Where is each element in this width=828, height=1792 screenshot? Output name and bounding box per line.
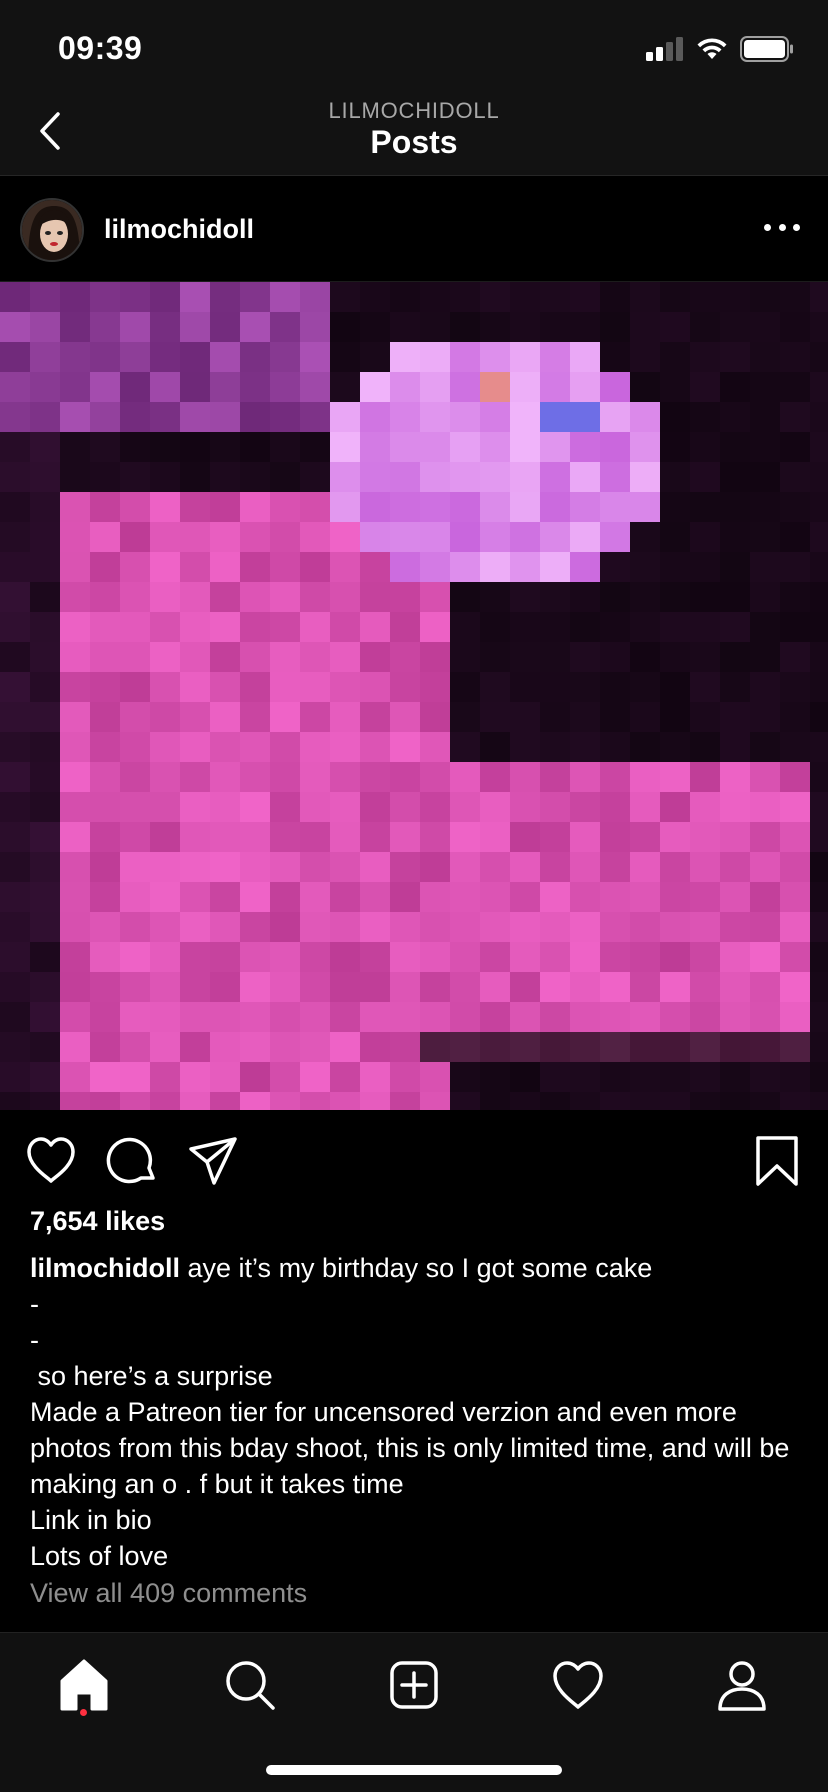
save-button[interactable] xyxy=(750,1134,804,1188)
comment-bubble-icon xyxy=(106,1137,155,1184)
avatar[interactable] xyxy=(20,198,84,262)
post-caption: lilmochidoll aye it’s my birthday so I g… xyxy=(30,1250,800,1574)
caption-text: aye it’s my birthday so I got some cake xyxy=(180,1253,653,1283)
tab-search[interactable] xyxy=(220,1655,280,1715)
share-button[interactable] xyxy=(186,1134,240,1188)
heart-icon xyxy=(27,1137,75,1183)
paper-plane-icon xyxy=(189,1137,237,1185)
status-icons xyxy=(646,36,794,62)
tab-profile[interactable] xyxy=(712,1655,772,1715)
bookmark-icon xyxy=(756,1136,798,1186)
home-icon xyxy=(60,1659,108,1711)
comment-button[interactable] xyxy=(106,1134,160,1188)
tab-home[interactable] xyxy=(54,1655,114,1715)
caption-line: so here’s a surprise xyxy=(30,1361,273,1391)
caption-line: - xyxy=(30,1289,39,1319)
tab-activity[interactable] xyxy=(548,1655,608,1715)
post-actions xyxy=(0,1110,828,1206)
more-dots-icon xyxy=(764,223,771,231)
more-options-button[interactable] xyxy=(764,212,800,242)
profile-icon xyxy=(718,1661,766,1711)
like-button[interactable] xyxy=(24,1134,78,1188)
post-image[interactable] xyxy=(0,282,828,1110)
caption-first-line: lilmochidoll aye it’s my birthday so I g… xyxy=(30,1250,800,1286)
caption-line: Lots of love xyxy=(30,1541,169,1571)
caption-username[interactable]: lilmochidoll xyxy=(30,1253,180,1283)
cellular-signal-icon xyxy=(646,37,683,61)
home-notification-dot xyxy=(80,1709,87,1716)
status-bar: 09:39 xyxy=(0,0,828,96)
likes-count[interactable]: 7,654 likes xyxy=(30,1206,165,1237)
view-all-comments-link[interactable]: View all 409 comments xyxy=(30,1578,307,1609)
post-username[interactable]: lilmochidoll xyxy=(104,214,254,245)
tab-add-post[interactable] xyxy=(384,1655,444,1715)
caption-line: - xyxy=(30,1325,39,1355)
caption-line: Link in bio xyxy=(30,1505,152,1535)
search-icon xyxy=(226,1661,275,1710)
battery-icon xyxy=(740,36,793,62)
caption-line: Made a Patreon tier for uncensored verzi… xyxy=(30,1397,797,1499)
nav-subtitle: LILMOCHIDOLL xyxy=(328,98,500,123)
nav-bar: LILMOCHIDOLL Posts xyxy=(0,96,828,176)
post-header: lilmochidoll xyxy=(0,176,828,282)
wifi-icon xyxy=(697,38,727,59)
activity-heart-icon xyxy=(553,1661,603,1709)
home-indicator xyxy=(266,1765,562,1775)
status-time: 09:39 xyxy=(58,30,143,66)
pixelated-photo xyxy=(0,282,828,1110)
page-title: Posts xyxy=(370,124,458,160)
add-post-icon xyxy=(390,1661,438,1709)
tab-bar xyxy=(0,1632,828,1792)
